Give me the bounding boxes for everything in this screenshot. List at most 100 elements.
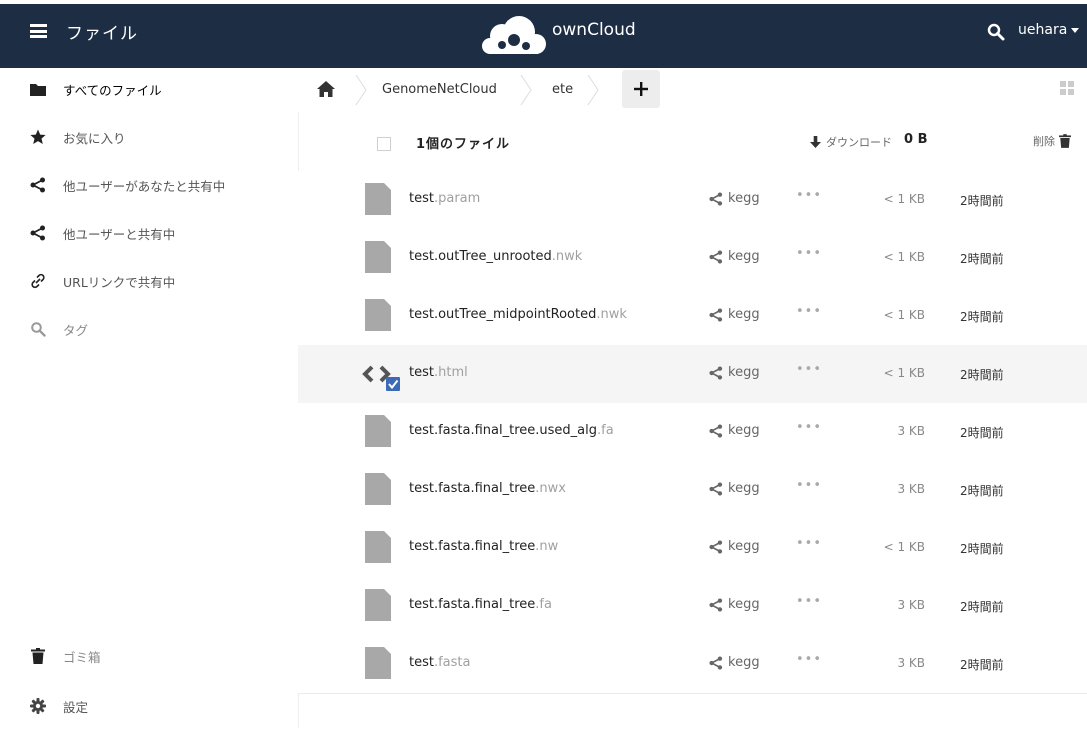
more-actions-button[interactable]: ••• xyxy=(796,246,822,261)
share-owner: kegg xyxy=(728,249,760,264)
sidebar-item-label: 他ユーザーと共有中 xyxy=(63,226,176,242)
file-size: < 1 KB xyxy=(883,192,925,206)
file-name[interactable]: test.fasta xyxy=(409,655,470,670)
share-owner: kegg xyxy=(728,365,760,380)
download-button[interactable]: ダウンロード xyxy=(810,134,892,150)
share-button[interactable]: kegg xyxy=(708,423,760,438)
sidebar: すべてのファイル お気に入り 他ユーザーがあなたと共有中 他ユーザーと共有中 U… xyxy=(0,68,299,728)
share-icon xyxy=(709,191,723,206)
breadcrumb-separator-icon xyxy=(587,74,599,106)
share-owner: kegg xyxy=(728,307,760,322)
file-name[interactable]: test.outTree_midpointRooted.nwk xyxy=(409,307,627,322)
sidebar-item-settings[interactable]: 設定 xyxy=(0,688,298,724)
share-button[interactable]: kegg xyxy=(708,307,760,322)
share-icon xyxy=(29,224,47,242)
more-actions-button[interactable]: ••• xyxy=(796,536,822,551)
share-button[interactable]: kegg xyxy=(708,481,760,496)
more-actions-button[interactable]: ••• xyxy=(796,478,822,493)
user-menu[interactable]: uehara xyxy=(1018,22,1080,38)
share-icon xyxy=(709,481,723,496)
file-name[interactable]: test.fasta.final_tree.nw xyxy=(409,539,558,554)
share-icon xyxy=(709,539,723,554)
file-icon[interactable] xyxy=(365,473,391,505)
file-name-extension: .fasta xyxy=(433,655,471,670)
more-actions-button[interactable]: ••• xyxy=(796,420,822,435)
file-name[interactable]: test.html xyxy=(409,365,468,380)
modified-date: 2時間前 xyxy=(960,368,1004,382)
file-icon[interactable] xyxy=(365,531,391,563)
sidebar-item-all-files[interactable]: すべてのファイル xyxy=(0,71,298,107)
file-icon[interactable] xyxy=(365,241,391,273)
trash-icon xyxy=(29,647,47,665)
file-name-base: test.fasta.final_tree xyxy=(409,539,536,554)
file-name[interactable]: test.outTree_unrooted.nwk xyxy=(409,249,582,264)
more-actions-button[interactable]: ••• xyxy=(796,652,822,667)
file-name[interactable]: test.fasta.final_tree.nwx xyxy=(409,481,566,496)
file-icon[interactable] xyxy=(365,299,391,331)
owncloud-logo-icon[interactable] xyxy=(474,12,554,56)
share-icon xyxy=(29,176,47,194)
menu-icon[interactable] xyxy=(30,24,47,38)
file-size: < 1 KB xyxy=(883,366,925,380)
breadcrumb-item-current[interactable]: ete xyxy=(552,82,573,97)
file-row[interactable]: test.html kegg ••• < 1 KB 2時間前 xyxy=(298,345,1087,404)
share-button[interactable]: kegg xyxy=(708,655,760,670)
file-row[interactable]: test.outTree_midpointRooted.nwk kegg •••… xyxy=(298,287,1087,346)
file-name-base: test.outTree_midpointRooted xyxy=(409,307,597,322)
file-size: 3 KB xyxy=(897,598,925,612)
more-actions-button[interactable]: ••• xyxy=(796,188,822,203)
file-icon[interactable] xyxy=(365,183,391,215)
new-button[interactable] xyxy=(622,70,660,108)
download-label: ダウンロード xyxy=(826,136,892,149)
file-row[interactable]: test.fasta kegg ••• 3 KB 2時間前 xyxy=(298,635,1087,694)
breadcrumb-item[interactable]: GenomeNetCloud xyxy=(382,82,497,97)
file-icon[interactable] xyxy=(365,647,391,679)
file-row[interactable]: test.fasta.final_tree.nw kegg ••• < 1 KB… xyxy=(298,519,1087,578)
share-button[interactable]: kegg xyxy=(708,539,760,554)
file-row[interactable]: test.fasta.final_tree.used_alg.fa kegg •… xyxy=(298,403,1087,462)
star-icon xyxy=(29,128,47,146)
delete-button[interactable]: 削除 xyxy=(1033,133,1071,149)
file-name-extension: .nwk xyxy=(596,307,627,322)
share-icon xyxy=(709,307,723,322)
modified-date: 2時間前 xyxy=(960,484,1004,498)
file-name[interactable]: test.param xyxy=(409,191,480,206)
more-actions-button[interactable]: ••• xyxy=(796,304,822,319)
file-row[interactable]: test.outTree_unrooted.nwk kegg ••• < 1 K… xyxy=(298,229,1087,288)
file-name-base: test xyxy=(409,191,434,206)
share-button[interactable]: kegg xyxy=(708,191,760,206)
sidebar-item-shared-by-link[interactable]: URLリンクで共有中 xyxy=(0,263,298,299)
file-name-base: test xyxy=(409,365,434,380)
share-button[interactable]: kegg xyxy=(708,597,760,612)
gear-icon xyxy=(29,697,47,715)
app-name[interactable]: ファイル xyxy=(66,19,138,44)
sidebar-item-trash[interactable]: ゴミ箱 xyxy=(0,638,298,674)
modified-date: 2時間前 xyxy=(960,542,1004,556)
sidebar-item-favorites[interactable]: お気に入り xyxy=(0,119,298,155)
sidebar-item-shared-with-others[interactable]: 他ユーザーと共有中 xyxy=(0,215,298,251)
file-row[interactable]: test.fasta.final_tree.nwx kegg ••• 3 KB … xyxy=(298,461,1087,520)
code-file-icon[interactable] xyxy=(362,361,404,395)
file-name-extension: .fa xyxy=(535,597,552,612)
share-owner: kegg xyxy=(728,539,760,554)
more-actions-button[interactable]: ••• xyxy=(796,362,822,377)
file-row[interactable]: test.fasta.final_tree.fa kegg ••• 3 KB 2… xyxy=(298,577,1087,636)
share-icon xyxy=(709,655,723,670)
home-icon[interactable] xyxy=(317,81,335,97)
share-button[interactable]: kegg xyxy=(708,365,760,380)
modified-date: 2時間前 xyxy=(960,426,1004,440)
sidebar-item-label: URLリンクで共有中 xyxy=(63,274,176,290)
sidebar-item-tags[interactable]: タグ xyxy=(0,311,298,347)
modified-date: 2時間前 xyxy=(960,310,1004,324)
share-button[interactable]: kegg xyxy=(708,249,760,264)
sidebar-item-shared-with-you[interactable]: 他ユーザーがあなたと共有中 xyxy=(0,167,298,203)
file-icon[interactable] xyxy=(365,415,391,447)
select-all-checkbox[interactable] xyxy=(377,137,391,151)
file-icon[interactable] xyxy=(365,589,391,621)
grid-view-icon[interactable] xyxy=(1060,81,1074,95)
file-name[interactable]: test.fasta.final_tree.used_alg.fa xyxy=(409,423,614,438)
file-row[interactable]: test.param kegg ••• < 1 KB 2時間前 xyxy=(298,171,1087,230)
search-icon[interactable] xyxy=(986,22,1006,42)
more-actions-button[interactable]: ••• xyxy=(796,594,822,609)
file-name[interactable]: test.fasta.final_tree.fa xyxy=(409,597,552,612)
